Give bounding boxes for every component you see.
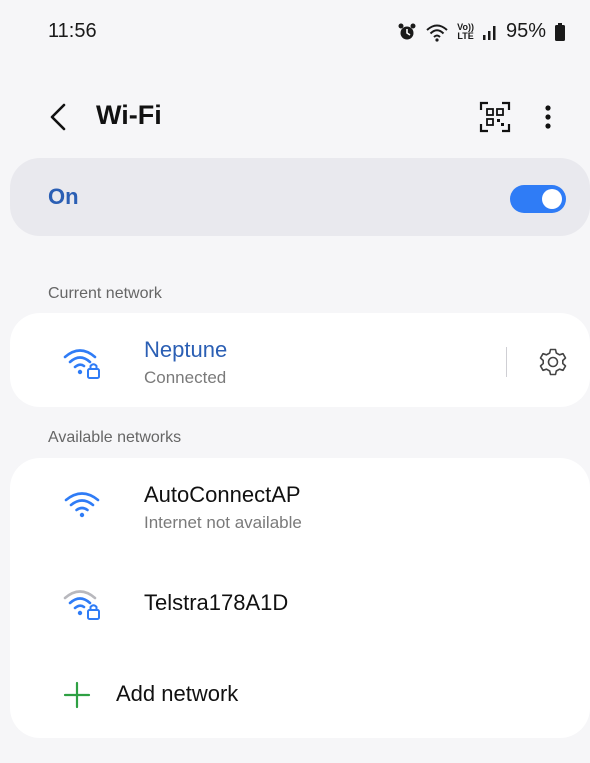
current-network-name: Neptune (144, 337, 228, 362)
page-title: Wi-Fi (96, 100, 162, 130)
network-row-telstra178a1d[interactable]: Telstra178A1D (10, 558, 590, 648)
qr-scan-icon[interactable] (478, 100, 512, 134)
network-name: Telstra178A1D (144, 590, 289, 615)
add-network-label: Add network (116, 681, 239, 706)
section-available-networks: Available networks (48, 429, 182, 446)
plus-icon (62, 680, 92, 710)
network-status: Internet not available (144, 513, 302, 532)
status-time: 11:56 (48, 20, 97, 42)
lte-text: LTE (457, 30, 474, 41)
volte-icon: Vo)) LTE (457, 22, 474, 41)
wifi-toggle-switch[interactable] (510, 185, 566, 213)
battery-icon (554, 22, 566, 42)
section-current-network: Current network (48, 285, 162, 302)
wifi-icon (62, 488, 102, 522)
gear-icon[interactable] (538, 347, 568, 377)
app-bar: Wi-Fi (0, 88, 590, 146)
available-networks-card: AutoConnectAP Internet not available Tel… (10, 458, 590, 738)
more-vert-icon[interactable] (538, 100, 558, 134)
battery-percent: 95% (505, 20, 546, 42)
wifi-lock-icon (62, 345, 102, 379)
current-network-status: Connected (144, 368, 227, 387)
network-row-autoconnectap[interactable]: AutoConnectAP Internet not available (10, 458, 590, 558)
alarm-icon (397, 22, 417, 42)
signal-icon (482, 23, 498, 41)
wifi-switch-label: On (48, 184, 79, 209)
toggle-knob (542, 189, 562, 209)
current-network-card[interactable]: Neptune Connected (10, 313, 590, 407)
wifi-master-switch-row[interactable]: On (10, 158, 590, 236)
wifi-lock-icon (62, 586, 102, 620)
divider (506, 347, 507, 377)
status-icons: Vo)) LTE 95% (397, 20, 566, 43)
add-network-button[interactable]: Add network (10, 653, 590, 733)
network-name: AutoConnectAP (144, 482, 301, 507)
status-bar: 11:56 Vo)) LTE 95% (0, 0, 590, 62)
wifi-status-icon (425, 22, 449, 42)
chevron-left-icon[interactable] (44, 98, 72, 136)
